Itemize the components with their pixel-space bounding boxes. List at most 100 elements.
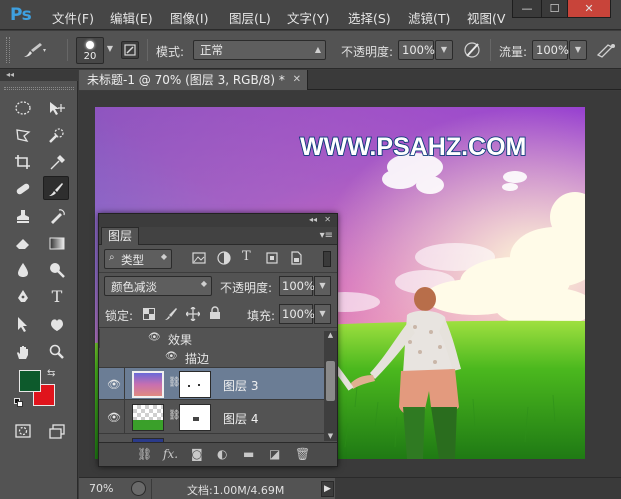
add-layer-style-icon[interactable]: fx. [163, 447, 178, 461]
adjustment-layer-icon[interactable]: ◐ [217, 447, 227, 461]
brush-size-picker[interactable]: 20 [76, 37, 104, 64]
menu-file[interactable]: 文件(F) [52, 8, 94, 27]
layers-panel-header[interactable]: ◂◂ ✕ [99, 214, 337, 227]
hand-tool-icon[interactable] [10, 340, 36, 364]
delete-layer-icon[interactable]: 🗑 [295, 447, 310, 461]
layer-visibility-eye-icon[interactable]: 👁 [107, 411, 121, 424]
fill-arrow[interactable]: ▼ [314, 304, 331, 324]
status-menu-arrow[interactable]: ▶ [321, 481, 334, 497]
layer-visibility-eye-icon[interactable]: 👁 [107, 378, 121, 391]
swap-colors-icon[interactable]: ⇆ [47, 368, 55, 379]
horizontal-scroll-area[interactable] [335, 478, 621, 499]
blur-tool-icon[interactable] [10, 258, 36, 282]
healing-brush-tool-icon[interactable] [10, 177, 36, 201]
brush-tool-icon[interactable] [43, 176, 69, 200]
type-tool-icon[interactable]: T [44, 285, 70, 309]
close-window-button[interactable]: ✕ [567, 0, 611, 18]
lock-position-icon[interactable] [185, 306, 201, 324]
menu-image[interactable]: 图像(I) [170, 8, 208, 27]
menu-filter[interactable]: 滤镜(T) [408, 8, 450, 27]
filter-pixel-icon[interactable] [192, 251, 206, 268]
layer-row-3[interactable]: 👁 ⛓ 图层 3 [99, 367, 324, 401]
layer-mask-thumbnail[interactable] [179, 404, 211, 431]
pen-tool-icon[interactable] [10, 285, 36, 309]
airbrush-icon[interactable] [596, 41, 618, 62]
layer-mask-thumbnail[interactable] [179, 371, 211, 398]
new-group-icon[interactable]: ▬ [243, 447, 254, 461]
opacity-input[interactable]: 100% [398, 40, 435, 60]
filter-type-icon[interactable]: T [242, 249, 251, 264]
link-layers-icon[interactable]: ⛓ [137, 447, 152, 461]
eraser-tool-icon[interactable] [10, 231, 36, 255]
pressure-opacity-icon[interactable] [463, 41, 483, 62]
menu-edit[interactable]: 编辑(E) [110, 8, 153, 27]
tab-layers[interactable]: 图层 [101, 227, 139, 245]
filter-smart-object-icon[interactable] [289, 251, 303, 268]
filter-adjustment-icon[interactable] [217, 251, 231, 268]
history-brush-tool-icon[interactable] [44, 204, 70, 228]
marquee-tool-icon[interactable] [10, 96, 36, 120]
menu-type[interactable]: 文字(Y) [287, 8, 329, 27]
opacity-slider-arrow[interactable]: ▼ [435, 40, 453, 60]
gradient-tool-icon[interactable] [44, 231, 70, 255]
tools-panel-header[interactable]: ◂◂ [0, 70, 78, 81]
layer-thumbnail[interactable] [132, 404, 164, 431]
maximize-button[interactable]: ☐ [541, 0, 568, 18]
stroke-visibility-eye-icon[interactable]: 👁 [165, 351, 178, 362]
quick-mask-icon[interactable] [10, 419, 36, 443]
flow-slider-arrow[interactable]: ▼ [569, 40, 587, 60]
layer-name[interactable]: 图层 4 [223, 410, 258, 427]
lasso-tool-icon[interactable] [10, 123, 36, 147]
eyedropper-tool-icon[interactable] [44, 150, 70, 174]
new-layer-icon[interactable]: ◪ [269, 447, 280, 461]
layer-row-partial[interactable] [99, 435, 324, 442]
scroll-up-icon[interactable]: ▲ [326, 331, 335, 340]
panel-menu-icon[interactable]: ▾≡ [320, 230, 333, 241]
layer-name[interactable]: 图层 3 [223, 377, 258, 394]
brush-picker-arrow[interactable]: ▼ [104, 40, 116, 60]
layer-opacity-input[interactable]: 100% [279, 276, 315, 296]
layer-blend-mode-select[interactable]: 颜色减淡 ◆ [104, 276, 212, 296]
filter-shape-icon[interactable] [265, 251, 279, 268]
stroke-effect-row[interactable]: 👁 描边 [99, 348, 324, 367]
add-mask-icon[interactable]: ◙ [191, 447, 203, 461]
close-tab-icon[interactable]: ✕ [293, 70, 301, 90]
menu-select[interactable]: 选择(S) [348, 8, 391, 27]
blend-mode-select[interactable]: 正常 ▲ [193, 40, 326, 60]
effects-row[interactable]: 👁 效果 [99, 329, 324, 348]
lock-transparent-icon[interactable] [143, 308, 155, 323]
menu-layer[interactable]: 图层(L) [229, 8, 271, 27]
zoom-tool-icon[interactable] [44, 340, 70, 364]
foreground-color-swatch[interactable] [19, 370, 41, 392]
layer-thumbnail[interactable] [132, 371, 164, 398]
filter-kind-select[interactable]: ⌕ 类型 ◆ [104, 249, 172, 269]
menu-view[interactable]: 视图(V [467, 8, 505, 27]
scrollbar-thumb[interactable] [326, 361, 335, 401]
move-tool-icon[interactable] [44, 96, 70, 120]
layers-scrollbar[interactable]: ▲ ▼ [324, 331, 337, 441]
close-panel-icon[interactable]: ✕ [324, 214, 331, 226]
crop-tool-icon[interactable] [10, 150, 36, 174]
scroll-down-icon[interactable]: ▼ [326, 432, 335, 441]
default-colors-icon[interactable] [14, 398, 24, 408]
document-tab[interactable]: 未标题-1 @ 70% (图层 3, RGB/8) * ✕ [79, 70, 308, 90]
brush-panel-toggle-icon[interactable] [121, 41, 139, 59]
collapse-panel-icon[interactable]: ◂◂ [309, 214, 317, 226]
zoom-level[interactable]: 70% [89, 482, 113, 495]
filter-toggle-switch[interactable] [323, 251, 331, 267]
layer-opacity-arrow[interactable]: ▼ [314, 276, 331, 296]
dodge-tool-icon[interactable] [44, 258, 70, 282]
flow-input[interactable]: 100% [532, 40, 569, 60]
minimize-button[interactable]: — [512, 0, 542, 18]
path-selection-tool-icon[interactable] [10, 312, 36, 336]
brush-tool-preset-icon[interactable] [22, 41, 46, 62]
fill-input[interactable]: 100% [279, 304, 315, 324]
quick-selection-tool-icon[interactable] [44, 123, 70, 147]
lock-image-icon[interactable] [164, 307, 178, 324]
status-info-icon[interactable] [131, 481, 146, 496]
screen-mode-icon[interactable] [44, 419, 70, 443]
lock-all-icon[interactable] [209, 306, 221, 323]
clone-stamp-tool-icon[interactable] [10, 204, 36, 228]
layer-row-4[interactable]: 👁 ⛓ 图层 4 [99, 401, 324, 434]
effect-visibility-eye-icon[interactable]: 👁 [148, 332, 161, 343]
